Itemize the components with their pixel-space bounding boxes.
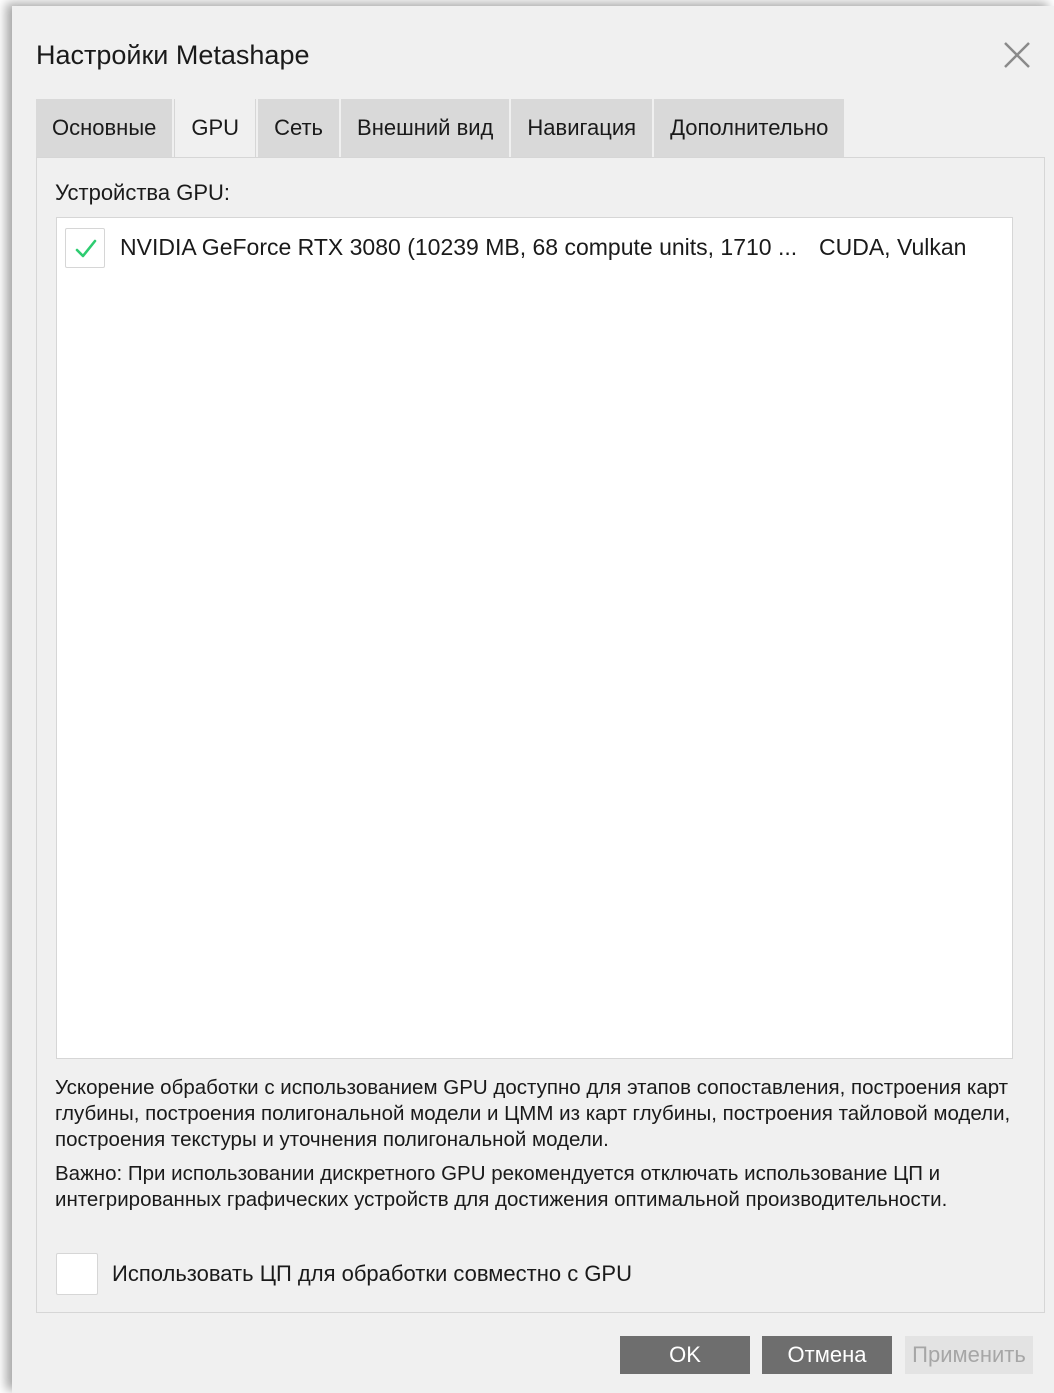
gpu-devices-label: Устройства GPU: (55, 180, 230, 205)
tab-appearance[interactable]: Внешний вид (341, 99, 512, 157)
use-cpu-label[interactable]: Использовать ЦП для обработки совместно … (112, 1261, 632, 1287)
gpu-device-api: CUDA, Vulkan (819, 234, 967, 260)
use-cpu-checkbox[interactable] (56, 1253, 98, 1295)
use-cpu-option[interactable]: Использовать ЦП для обработки совместно … (56, 1253, 632, 1295)
checkmark-icon (75, 239, 97, 258)
tab-gpu[interactable]: GPU (174, 99, 257, 157)
close-icon[interactable] (1002, 40, 1032, 70)
gpu-settings-panel: Устройства GPU: NVIDIA GeForce RTX 3080 … (36, 157, 1045, 1313)
gpu-device-row[interactable]: NVIDIA GeForce RTX 3080 (10239 MB, 68 co… (57, 226, 1012, 270)
dialog-title: Настройки Metashape (36, 40, 310, 70)
gpu-acceleration-info: Ускорение обработки с использованием GPU… (55, 1076, 1011, 1151)
cancel-button[interactable]: Отмена (762, 1336, 892, 1374)
tab-network[interactable]: Сеть (258, 99, 342, 157)
gpu-info-block: Ускорение обработки с использованием GPU… (55, 1075, 1025, 1221)
ok-button[interactable]: OK (620, 1336, 750, 1374)
tab-general[interactable]: Основные (36, 99, 175, 157)
apply-button[interactable]: Применить (905, 1336, 1033, 1374)
tab-navigation[interactable]: Навигация (511, 99, 655, 157)
gpu-device-name: NVIDIA GeForce RTX 3080 (10239 MB, 68 co… (120, 234, 798, 260)
tab-advanced[interactable]: Дополнительно (654, 99, 847, 157)
gpu-device-list[interactable]: NVIDIA GeForce RTX 3080 (10239 MB, 68 co… (56, 217, 1013, 1059)
gpu-device-checkbox[interactable] (65, 228, 105, 268)
settings-dialog: Настройки Metashape Основные GPU Сеть Вн… (12, 6, 1054, 1393)
gpu-warning-info: Важно: При использовании дискретного GPU… (55, 1162, 948, 1211)
tab-bar: Основные GPU Сеть Внешний вид Навигация … (36, 99, 847, 157)
